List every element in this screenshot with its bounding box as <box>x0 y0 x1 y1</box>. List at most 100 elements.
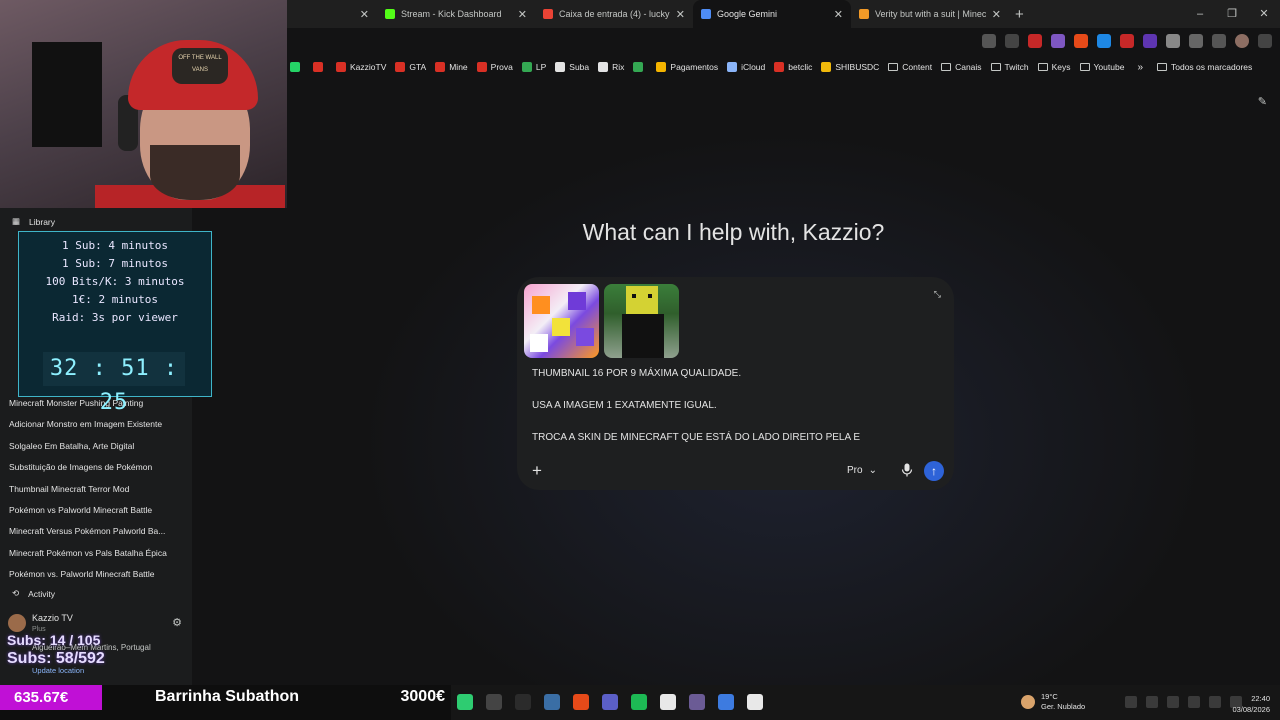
bookmark-item[interactable]: Prova <box>476 62 513 72</box>
close-window-icon[interactable]: ✕ <box>1248 0 1280 28</box>
new-tab-button[interactable]: + <box>1015 6 1024 23</box>
recent-chat-item[interactable]: Substituição de Imagens de Pokémon <box>9 462 152 472</box>
bookmark-item[interactable]: betclic <box>774 62 812 72</box>
taskbar-app-icon[interactable] <box>689 694 705 710</box>
bookmark-label: Keys <box>1051 62 1071 72</box>
puzzle-icon[interactable] <box>1189 34 1203 48</box>
new-chat-icon[interactable]: ✎ <box>1258 95 1267 108</box>
microphone-tray-icon[interactable] <box>1188 696 1200 708</box>
attached-image-1[interactable] <box>524 284 599 358</box>
taskbar-app-icon[interactable] <box>718 694 734 710</box>
close-tab-icon[interactable]: ✕ <box>360 8 369 21</box>
download-icon[interactable] <box>1212 34 1226 48</box>
bookmark-item[interactable]: Suba <box>555 62 589 72</box>
avatar[interactable] <box>8 614 26 632</box>
star-icon[interactable] <box>1005 34 1019 48</box>
taskbar-clock[interactable]: 22:40 03/08/2026 <box>1232 693 1270 715</box>
bookmark-item[interactable]: Pagamentos <box>656 62 718 72</box>
tray-app-icon[interactable] <box>1167 696 1179 708</box>
bookmark-item[interactable] <box>313 62 327 72</box>
tab-label: Google Gemini <box>717 9 778 19</box>
prompt-line-1[interactable]: THUMBNAIL 16 POR 9 MÁXIMA QUALIDADE. <box>532 368 741 379</box>
bookmark-folder[interactable]: Canais <box>941 62 982 72</box>
recent-chat-item[interactable]: Pokémon vs. Palworld Minecraft Battle <box>9 569 155 579</box>
taskbar-app-icon[interactable] <box>631 694 647 710</box>
recent-chat-item[interactable]: Minecraft Versus Pokémon Palworld Ba... <box>9 526 165 536</box>
taskbar-app-icon[interactable] <box>457 694 473 710</box>
recent-chat-item[interactable]: Pokémon vs Palworld Minecraft Battle <box>9 505 152 515</box>
taskbar-app-icon[interactable] <box>486 694 502 710</box>
prompt-composer[interactable]: ⤡ THUMBNAIL 16 POR 9 MÁXIMA QUALIDADE. U… <box>517 277 954 490</box>
goal-line: 100 Bits/K: 3 minutos <box>45 275 185 288</box>
close-tab-icon[interactable]: ✕ <box>992 8 1001 21</box>
extension-icon[interactable] <box>1074 34 1088 48</box>
translate-icon[interactable] <box>982 34 996 48</box>
window-controls: – ❐ ✕ <box>1184 0 1280 28</box>
bookmark-item[interactable]: GTA <box>395 62 426 72</box>
browser-tab[interactable]: ✕ <box>287 0 377 28</box>
gear-icon[interactable]: ⚙ <box>172 616 182 629</box>
bookmark-favicon-icon <box>521 62 532 72</box>
close-tab-icon[interactable]: ✕ <box>518 8 527 21</box>
bookmark-item[interactable]: SHIBUSDC <box>821 62 879 72</box>
extension-icon[interactable] <box>1051 34 1065 48</box>
sidebar-activity-label: Activity <box>28 588 56 599</box>
send-button[interactable]: ↑ <box>924 461 944 481</box>
wifi-icon[interactable] <box>1209 696 1221 708</box>
model-selector[interactable]: Pro ⌄ <box>847 465 877 476</box>
recent-chat-item[interactable]: Thumbnail Minecraft Terror Mod <box>9 484 129 494</box>
minimize-icon[interactable]: – <box>1184 0 1216 28</box>
chevron-up-icon[interactable] <box>1125 696 1137 708</box>
sidebar-library[interactable]: ▦ Library <box>12 216 55 227</box>
taskbar-app-icon[interactable] <box>544 694 560 710</box>
bookmark-folder[interactable]: Twitch <box>990 62 1029 72</box>
close-tab-icon[interactable]: ✕ <box>834 8 843 21</box>
subathon-goals-panel: 1 Sub: 4 minutos 1 Sub: 7 minutos 100 Bits… <box>18 231 212 415</box>
taskbar-app-icon[interactable] <box>573 694 589 710</box>
all-bookmarks-folder[interactable]: Todos os marcadores <box>1157 62 1252 72</box>
extension-icon[interactable] <box>1028 34 1042 48</box>
bookmark-label: GTA <box>409 62 427 72</box>
recent-chat-item[interactable]: Solgaleo Em Batalha, Arte Digital <box>9 441 134 451</box>
attached-image-2[interactable] <box>604 284 679 358</box>
webcam-feed: OFF THE WALL VANS <box>0 0 287 208</box>
menu-icon[interactable] <box>1258 34 1272 48</box>
extension-icon[interactable] <box>1166 34 1180 48</box>
browser-tab[interactable]: Caixa de entrada (4) - luckypixe ✕ <box>535 0 693 28</box>
bookmarks-overflow-button[interactable]: » <box>1137 62 1143 73</box>
extension-icon[interactable] <box>1143 34 1157 48</box>
recent-chat-item[interactable]: Minecraft Pokémon vs Pals Batalha Épica <box>9 548 167 558</box>
bookmark-favicon-icon <box>313 62 323 72</box>
recent-chat-item[interactable]: Adicionar Monstro em Imagem Existente <box>9 419 162 429</box>
extension-icon[interactable] <box>1120 34 1134 48</box>
bookmark-folder[interactable]: Youtube <box>1079 62 1124 72</box>
browser-tab[interactable]: Verity but with a suit | Minecraf ✕ <box>851 0 1009 28</box>
weather-widget[interactable]: 19°C Ger. Nublado <box>1021 692 1085 712</box>
bookmark-item[interactable]: Mine <box>435 62 468 72</box>
bookmark-item[interactable]: Rix <box>598 62 624 72</box>
bookmark-item[interactable]: iCloud <box>727 62 765 72</box>
taskbar-app-icon[interactable] <box>515 694 531 710</box>
add-attachment-button[interactable]: + <box>532 462 542 479</box>
prompt-line-2[interactable]: USA A IMAGEM 1 EXATAMENTE IGUAL. <box>532 400 717 411</box>
bookmark-folder[interactable]: Keys <box>1037 62 1071 72</box>
taskbar-app-icon[interactable] <box>602 694 618 710</box>
bookmark-folder[interactable]: Content <box>888 62 932 72</box>
taskbar-app-icon[interactable] <box>660 694 676 710</box>
microphone-icon[interactable] <box>901 463 913 477</box>
tray-app-icon[interactable] <box>1146 696 1158 708</box>
bookmark-item[interactable] <box>633 62 647 72</box>
browser-tab[interactable]: Stream - Kick Dashboard ✕ <box>377 0 535 28</box>
prompt-line-3[interactable]: TROCA A SKIN DE MINECRAFT QUE ESTÁ DO LA… <box>532 432 860 443</box>
bookmark-item[interactable]: LP <box>521 62 546 72</box>
maximize-icon[interactable]: ❐ <box>1216 0 1248 28</box>
bookmark-item[interactable]: KazzioTV <box>336 62 386 72</box>
profile-avatar[interactable] <box>1235 34 1249 48</box>
browser-tab[interactable]: Google Gemini ✕ <box>693 0 851 28</box>
bookmark-item[interactable] <box>290 62 304 72</box>
taskbar-app-icon[interactable] <box>747 694 763 710</box>
collapse-icon[interactable]: ⤡ <box>934 289 941 300</box>
close-tab-icon[interactable]: ✕ <box>676 8 685 21</box>
extension-icon[interactable] <box>1097 34 1111 48</box>
sidebar-activity[interactable]: ⟲ Activity <box>12 588 55 599</box>
